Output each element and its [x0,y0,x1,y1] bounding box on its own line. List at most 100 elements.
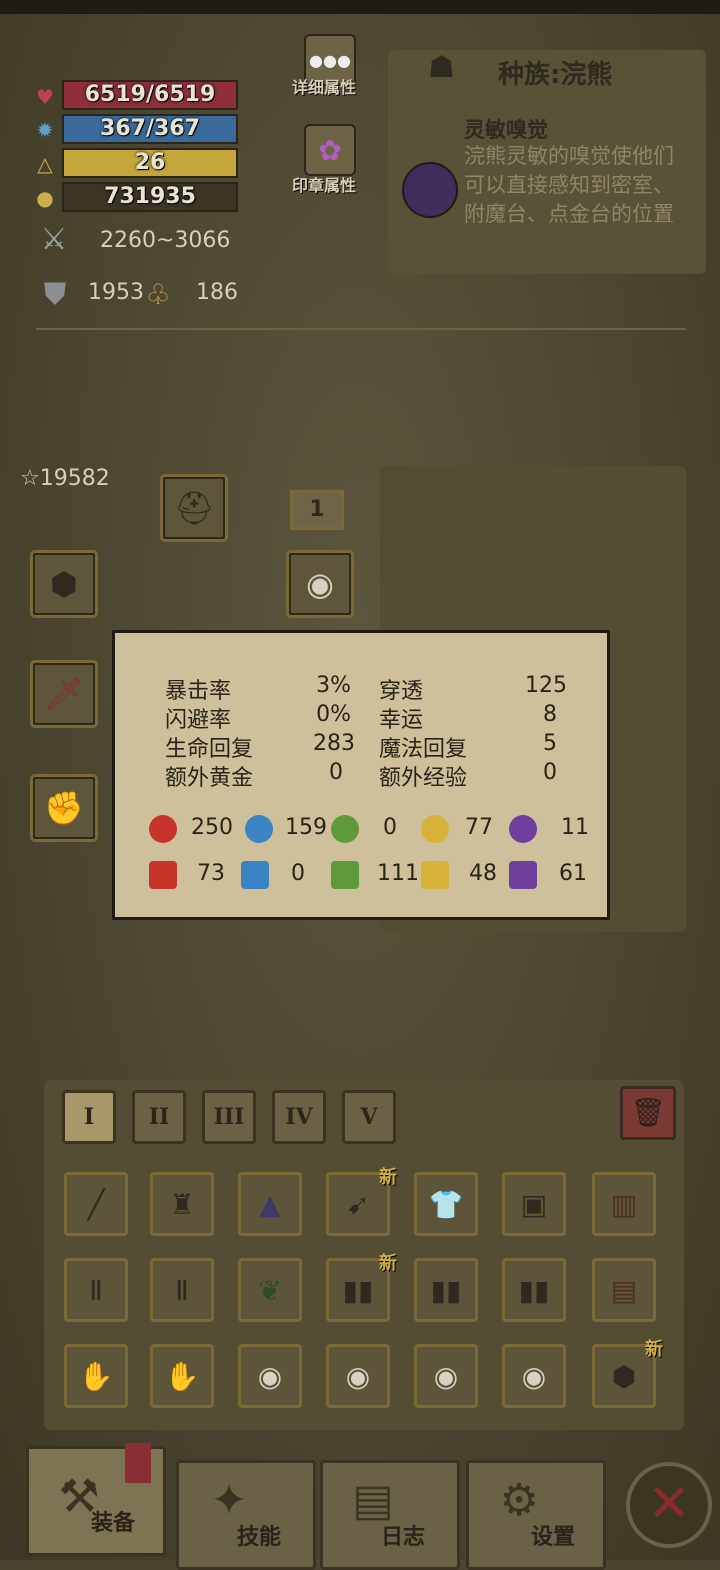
inventory-item[interactable]: ◉ [326,1344,390,1408]
gauntlet-icon: ✊ [44,789,84,827]
close-icon[interactable]: ✕ [626,1462,712,1548]
tab-log-label: 日志 [380,1525,425,1550]
water-attack-icon [245,815,273,843]
gloves-icon: ✋ [164,1359,200,1393]
tab-settings-label: 设置 [530,1525,575,1550]
new-badge: 新 [379,1167,397,1188]
inventory-item[interactable]: Ⅱ [150,1258,214,1322]
tier-tab-4[interactable]: IV [272,1090,326,1144]
mp-regen-label: 魔法回复 [379,737,468,762]
inventory-item[interactable]: ▣ [502,1172,566,1236]
crit-value: 3% [316,673,351,698]
shadow-attack-value: 11 [561,815,589,840]
accessory-slot[interactable]: ◉ [286,550,354,618]
trait-description: 浣熊灵敏的嗅觉使他们可以直接感知到密室、附魔台、点金台的位置 [464,144,674,226]
extra-xp-label: 额外经验 [379,766,468,791]
equipment-screen: ♥ 6519/6519 ✹ 367/367 △ 26 ● 731935 ⚔ 22… [0,0,720,1570]
seal-attrs-label: 印章属性 [291,176,356,195]
inventory-item[interactable]: ╱ [64,1172,128,1236]
spiked-helm-icon: ♜ [169,1187,195,1221]
boots-icon: ▮▮ [518,1273,550,1307]
extra-gold-label: 额外黄金 [165,766,254,791]
eyeball-icon: ◉ [345,1359,371,1393]
crossed-swords-icon: ⚔ [40,222,68,257]
extra-xp-value: 0 [543,760,557,785]
race-title: 种族:浣熊 [498,60,613,90]
inventory-item[interactable]: ✋ [64,1344,128,1408]
tier-tab-5[interactable]: V [342,1090,396,1144]
nature-attack-icon [331,815,359,843]
fire-resist-icon [149,861,177,889]
inventory-item[interactable]: ◉ [502,1344,566,1408]
magic-resist-icon: ♧ [145,278,171,311]
gold-bar: 731935 [62,182,238,212]
pants-icon: Ⅱ [175,1273,189,1307]
boots-icon: ▮▮ [430,1273,462,1307]
divider [36,328,686,330]
slot-count-badge: 1 [290,490,344,530]
new-badge: 新 [379,1253,397,1274]
inventory-item[interactable]: ▥ [592,1172,656,1236]
inventory-item[interactable]: ▤ [592,1258,656,1322]
inventory-item[interactable]: 👕 [414,1172,478,1236]
inventory-item[interactable]: ▮▮ [502,1258,566,1322]
equip-score-value: 19582 [39,466,110,491]
shield-icon: ⛊ [43,277,67,312]
inventory-item[interactable]: ▮▮ [414,1258,478,1322]
inventory-item[interactable]: ❦ [238,1258,302,1322]
dagger-icon: 🗡 [43,675,85,713]
tab-equip[interactable]: ⚒ 装备 [26,1443,166,1556]
stats-tooltip: 暴击率 3% 穿透 125 闪避率 0% 幸运 8 生命回复 283 魔法回复 … [112,630,610,920]
eyeball-icon: ◉ [521,1359,547,1393]
star-icon: ☆ [20,466,40,491]
helmet-slot[interactable]: ⛑ [160,474,228,542]
shadow-resist-icon [509,861,537,889]
hp-regen-value: 283 [313,731,355,756]
fire-resist-value: 73 [197,861,225,886]
inventory-item[interactable]: ▲ [238,1172,302,1236]
raccoon-head-icon: ☗ [428,50,455,85]
inventory-item[interactable]: ⬢ 新 [592,1339,663,1408]
nature-resist-value: 111 [377,861,419,886]
inventory-item[interactable]: ◉ [414,1344,478,1408]
nature-attack-value: 0 [383,815,397,840]
new-badge: 新 [645,1339,663,1360]
inventory-item[interactable]: ➹ 新 [326,1167,397,1236]
bookmark-ribbon [125,1443,151,1483]
mp-bar: 367/367 [62,114,238,144]
gloves-slot[interactable]: ✊ [30,774,98,842]
eyeball-icon: ◉ [257,1359,283,1393]
light-resist-value: 48 [469,861,497,886]
inventory-item[interactable]: ✋ [150,1344,214,1408]
ring-slot[interactable]: ⬢ [30,550,98,618]
tab-settings[interactable]: ⚙ 设置 [466,1460,606,1570]
inventory-item[interactable]: ♜ [150,1172,214,1236]
fire-attack-value: 250 [191,815,233,840]
inventory-item[interactable]: ▮▮ 新 [326,1253,397,1322]
tab-skills[interactable]: ✦ 技能 [176,1460,316,1570]
tier-tab-1[interactable]: I [62,1090,116,1144]
water-attack-value: 159 [285,815,327,840]
equip-score: ☆19582 [20,466,110,491]
detail-attrs-label: 详细属性 [291,78,356,97]
water-resist-icon [241,861,269,889]
inventory-item[interactable]: ◉ [238,1344,302,1408]
tier-tab-3[interactable]: III [202,1090,256,1144]
detail-attrs-button[interactable]: ●●● 详细属性 [286,34,362,100]
dodge-label: 闪避率 [165,708,232,733]
tab-log[interactable]: ▤ 日志 [320,1460,460,1570]
weapon-slot[interactable]: 🗡 [30,660,98,728]
inventory-item[interactable]: Ⅱ [64,1258,128,1322]
dodge-value: 0% [316,702,351,727]
witch-hat-icon: ▲ [259,1187,281,1221]
light-attack-value: 77 [465,815,493,840]
penetration-value: 125 [525,673,567,698]
gold-coins-icon: ● [36,186,54,210]
crit-label: 暴击率 [165,679,232,704]
tier-tab-2[interactable]: II [132,1090,186,1144]
trash-icon[interactable]: 🗑 [620,1086,676,1140]
gloves-icon: ✋ [78,1359,114,1393]
water-resist-value: 0 [291,861,305,886]
seal-attrs-button[interactable]: ✿ 印章属性 [286,124,362,195]
leather-armor-icon: ▥ [610,1187,638,1221]
